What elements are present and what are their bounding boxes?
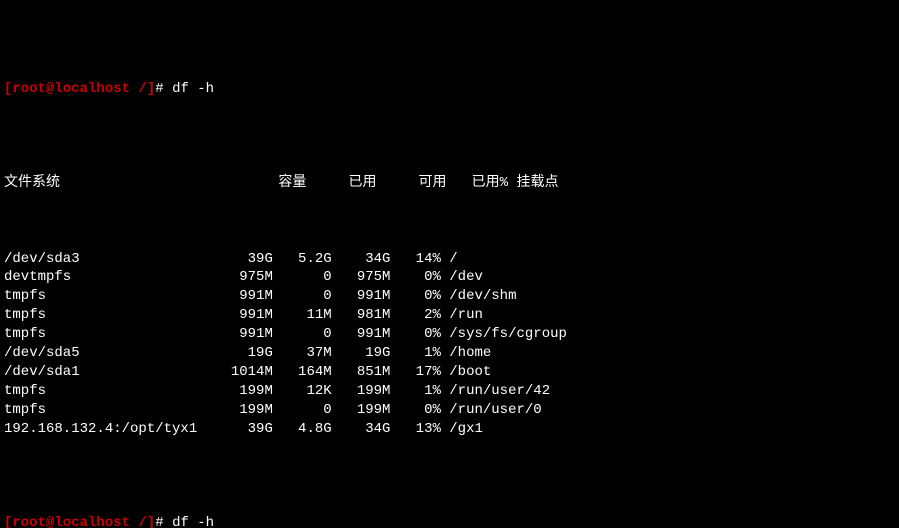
prompt-hash: # <box>155 81 172 97</box>
df-row: tmpfs 991M 0 991M 0% /dev/shm <box>4 287 895 306</box>
df-row: 192.168.132.4:/opt/tyx1 39G 4.8G 34G 13%… <box>4 420 895 439</box>
df-header-row: 文件系统 容量 已用 可用 已用% 挂载点 <box>4 174 895 193</box>
command-text: df -h <box>172 81 214 97</box>
df-row: /dev/sda5 19G 37M 19G 1% /home <box>4 344 895 363</box>
terminal[interactable]: [root@localhost /]# df -h 文件系统 容量 已用 可用 … <box>0 0 899 528</box>
df-row: tmpfs 991M 11M 981M 2% /run <box>4 306 895 325</box>
prompt-user: root <box>12 81 46 97</box>
prompt-path: / <box>130 81 147 97</box>
bracket-close: ] <box>147 81 155 97</box>
prompt-line: [root@localhost /]# df -h <box>4 80 895 99</box>
command-text: df -h <box>172 515 214 528</box>
df-row: /dev/sda1 1014M 164M 851M 17% /boot <box>4 363 895 382</box>
df-row: tmpfs 199M 0 199M 0% /run/user/0 <box>4 401 895 420</box>
df-row: tmpfs 199M 12K 199M 1% /run/user/42 <box>4 382 895 401</box>
df-row: tmpfs 991M 0 991M 0% /sys/fs/cgroup <box>4 325 895 344</box>
df-row: devtmpfs 975M 0 975M 0% /dev <box>4 268 895 287</box>
prompt-host: localhost <box>54 81 130 97</box>
df-row: /dev/sda3 39G 5.2G 34G 14% / <box>4 250 895 269</box>
prompt-line: [root@localhost /]# df -h <box>4 514 895 528</box>
